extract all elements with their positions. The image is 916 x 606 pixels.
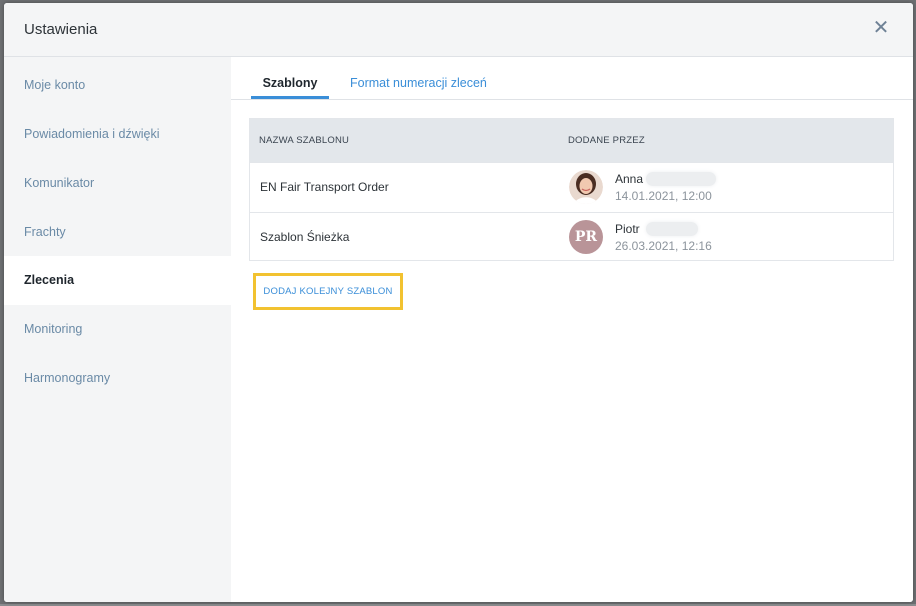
avatar: PR (569, 220, 603, 254)
settings-sidebar: Moje konto Powiadomienia i dźwięki Komun… (4, 57, 231, 602)
sidebar-item-powiadomienia[interactable]: Powiadomienia i dźwięki (4, 110, 231, 159)
column-header-added-by: DODANE PRZEZ (568, 135, 645, 146)
sidebar-item-monitoring[interactable]: Monitoring (4, 305, 231, 354)
redacted-surname (646, 172, 716, 186)
settings-modal: Ustawienia ✕ Moje konto Powiadomienia i … (4, 3, 913, 602)
tab-format-numeracji[interactable]: Format numeracji zleceń (350, 76, 487, 99)
modal-header: Ustawienia ✕ (4, 3, 913, 57)
add-template-button[interactable]: DODAJ KOLEJNY SZABLON (253, 273, 403, 310)
added-by-name: Anna (615, 172, 644, 186)
tab-szablony[interactable]: Szablony (251, 76, 329, 99)
added-by-name: Piotr (615, 222, 640, 236)
redacted-surname (646, 222, 698, 236)
column-header-name: NAZWA SZABLONU (259, 135, 350, 146)
sidebar-item-komunikator[interactable]: Komunikator (4, 159, 231, 208)
table-row[interactable]: Szablon Śnieżka PR Piotr 26.03.2021, 12:… (250, 212, 893, 262)
table-row[interactable]: EN Fair Transport Order Anna 14.01.2021,… (250, 162, 893, 212)
template-name: EN Fair Transport Order (260, 180, 389, 194)
template-name: Szablon Śnieżka (260, 230, 350, 244)
settings-content: Szablony Format numeracji zleceń NAZWA S… (231, 57, 913, 602)
templates-table: NAZWA SZABLONU DODANE PRZEZ EN Fair Tran… (249, 118, 894, 261)
added-date: 26.03.2021, 12:16 (615, 239, 712, 253)
sidebar-item-harmonogramy[interactable]: Harmonogramy (4, 354, 231, 403)
sidebar-item-zlecenia[interactable]: Zlecenia (4, 256, 231, 305)
table-header: NAZWA SZABLONU DODANE PRZEZ (250, 119, 893, 162)
sidebar-item-frachty[interactable]: Frachty (4, 208, 231, 257)
sidebar-item-moje-konto[interactable]: Moje konto (4, 61, 231, 110)
tab-bar: Szablony Format numeracji zleceń (231, 57, 913, 100)
modal-title: Ustawienia (24, 21, 98, 38)
added-date: 14.01.2021, 12:00 (615, 189, 712, 203)
avatar (569, 170, 603, 204)
close-icon[interactable]: ✕ (871, 17, 891, 39)
